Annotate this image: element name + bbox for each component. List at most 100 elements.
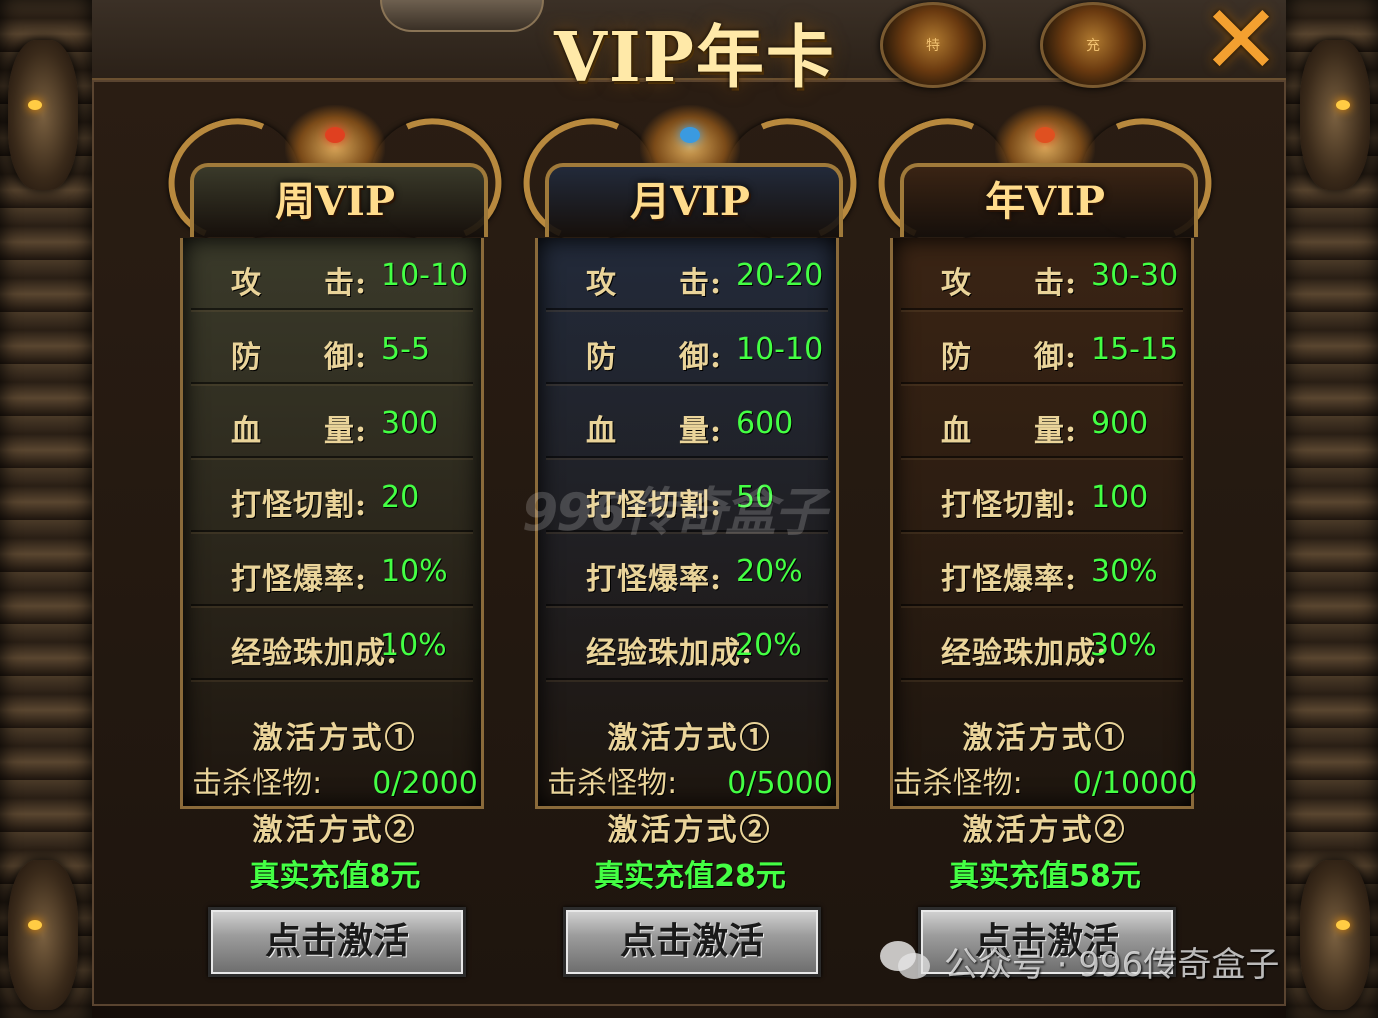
stat-row: 经验珠加成: 20% <box>546 616 828 680</box>
vip-card: 周VIP 攻 击: 10-10 防 御: 5-5 血 量: 300 打怪切割: 20 打怪爆率: 1… <box>151 100 519 985</box>
stat-row: 血 量: 900 <box>901 394 1183 458</box>
demon-head-icon <box>1300 40 1370 190</box>
stat-label: 经验珠加成: <box>941 636 1109 671</box>
card-header: 年VIP <box>861 100 1229 260</box>
stat-label: 打怪爆率: <box>941 562 1078 597</box>
kill-label: 击杀怪物: <box>547 766 678 801</box>
footer-text: 公众号 · 996传奇盒子 <box>944 944 1280 985</box>
kill-label: 击杀怪物: <box>192 766 323 801</box>
stat-label: 打怪爆率: <box>231 562 368 597</box>
stat-label: 打怪切割: <box>586 488 723 523</box>
stat-value: 20% <box>735 628 802 663</box>
stat-label: 打怪切割: <box>941 488 1078 523</box>
stat-label: 打怪爆率: <box>586 562 723 597</box>
stat-label: 防 御: <box>231 340 368 375</box>
stat-value: 30% <box>1091 554 1158 589</box>
stat-value: 600 <box>736 406 794 441</box>
card-title: 月VIP <box>630 178 750 225</box>
activate-button[interactable]: 点击激活 <box>563 907 821 977</box>
stat-label: 血 量: <box>586 414 723 449</box>
close-button[interactable]: ✕ <box>1200 0 1282 88</box>
demon-head-icon <box>8 40 78 190</box>
method-1-label: 激活方式① <box>607 721 773 756</box>
stat-row: 血 量: 300 <box>191 394 473 458</box>
stat-row: 防 御: 15-15 <box>901 320 1183 384</box>
stat-label: 血 量: <box>231 414 368 449</box>
kill-progress: 0/2000 <box>372 766 478 801</box>
medal-text: 特 <box>926 38 940 54</box>
stat-value: 10-10 <box>736 332 824 367</box>
recharge-requirement: 真实充值28元 <box>594 859 786 894</box>
method-1-label: 激活方式① <box>962 721 1128 756</box>
kill-progress: 0/10000 <box>1072 766 1198 801</box>
stat-row: 攻 击: 30-30 <box>901 246 1183 310</box>
footer-watermark: 公众号 · 996传奇盒子 <box>880 936 1279 986</box>
stat-row: 攻 击: 20-20 <box>546 246 828 310</box>
activate-button[interactable]: 点击激活 <box>208 907 466 977</box>
demon-head-icon <box>8 860 78 1010</box>
stat-row: 经验珠加成: 10% <box>191 616 473 680</box>
stat-value: 10-10 <box>381 258 469 293</box>
stat-value: 30-30 <box>1091 258 1179 293</box>
stat-row: 打怪切割: 50 <box>546 468 828 532</box>
gem-icon <box>680 127 700 143</box>
money-bag-icon[interactable]: 充 <box>1040 2 1146 88</box>
gem-icon <box>1035 127 1055 143</box>
medal-text: 充 <box>1086 38 1100 54</box>
method-2-label: 激活方式② <box>607 813 773 848</box>
kill-progress: 0/5000 <box>727 766 833 801</box>
method-2-label: 激活方式② <box>962 813 1128 848</box>
stat-row: 经验珠加成: 30% <box>901 616 1183 680</box>
card-header: 月VIP <box>506 100 874 260</box>
crown-medal-icon[interactable]: 特 <box>880 2 986 88</box>
card-header: 周VIP <box>151 100 519 260</box>
stat-row: 打怪爆率: 20% <box>546 542 828 606</box>
stat-row: 防 御: 5-5 <box>191 320 473 384</box>
stat-row: 血 量: 600 <box>546 394 828 458</box>
stat-label: 打怪切割: <box>231 488 368 523</box>
vip-card: 年VIP 攻 击: 30-30 防 御: 15-15 血 量: 900 打怪切割: 100 打怪爆… <box>861 100 1229 985</box>
stat-label: 攻 击: <box>586 266 723 301</box>
stat-label: 攻 击: <box>231 266 368 301</box>
kill-row: 击杀怪物: 0/10000 <box>880 758 1210 802</box>
stat-value: 30% <box>1090 628 1157 663</box>
demon-head-icon <box>1300 860 1370 1010</box>
kill-row: 击杀怪物: 0/5000 <box>525 758 855 802</box>
stat-row: 打怪爆率: 30% <box>901 542 1183 606</box>
kill-label: 击杀怪物: <box>892 766 1023 801</box>
stat-label: 攻 击: <box>941 266 1078 301</box>
stat-value: 20 <box>381 480 420 515</box>
stat-row: 打怪切割: 100 <box>901 468 1183 532</box>
window-title: VIP年卡 <box>554 18 836 98</box>
vip-window: VIP年卡 特 充 ✕ 周VIP 攻 击: 10-10 防 御: 5-5 血 量: 300 打… <box>0 0 1378 1018</box>
stat-value: 50 <box>736 480 775 515</box>
card-title: 年VIP <box>985 178 1105 225</box>
recharge-requirement: 真实充值8元 <box>249 859 421 894</box>
gem-icon <box>325 127 345 143</box>
kill-row: 击杀怪物: 0/2000 <box>170 758 500 802</box>
bagua-emblem <box>380 0 544 32</box>
wechat-icon <box>880 939 934 983</box>
stat-row: 攻 击: 10-10 <box>191 246 473 310</box>
stat-label: 经验珠加成: <box>586 636 754 671</box>
stat-label: 经验珠加成: <box>231 636 399 671</box>
method-2-label: 激活方式② <box>252 813 418 848</box>
stat-value: 15-15 <box>1091 332 1179 367</box>
stat-value: 10% <box>380 628 447 663</box>
stat-value: 20-20 <box>736 258 824 293</box>
stat-label: 防 御: <box>586 340 723 375</box>
stat-value: 10% <box>381 554 448 589</box>
stat-value: 5-5 <box>381 332 430 367</box>
stat-label: 血 量: <box>941 414 1078 449</box>
recharge-requirement: 真实充值58元 <box>949 859 1141 894</box>
stat-row: 防 御: 10-10 <box>546 320 828 384</box>
card-title: 周VIP <box>275 178 395 225</box>
vip-card: 月VIP 攻 击: 20-20 防 御: 10-10 血 量: 600 打怪切割: 50 打怪爆率… <box>506 100 874 985</box>
stat-value: 900 <box>1091 406 1149 441</box>
stat-row: 打怪爆率: 10% <box>191 542 473 606</box>
stat-row: 打怪切割: 20 <box>191 468 473 532</box>
stat-value: 100 <box>1091 480 1149 515</box>
method-1-label: 激活方式① <box>252 721 418 756</box>
stat-label: 防 御: <box>941 340 1078 375</box>
stat-value: 300 <box>381 406 439 441</box>
